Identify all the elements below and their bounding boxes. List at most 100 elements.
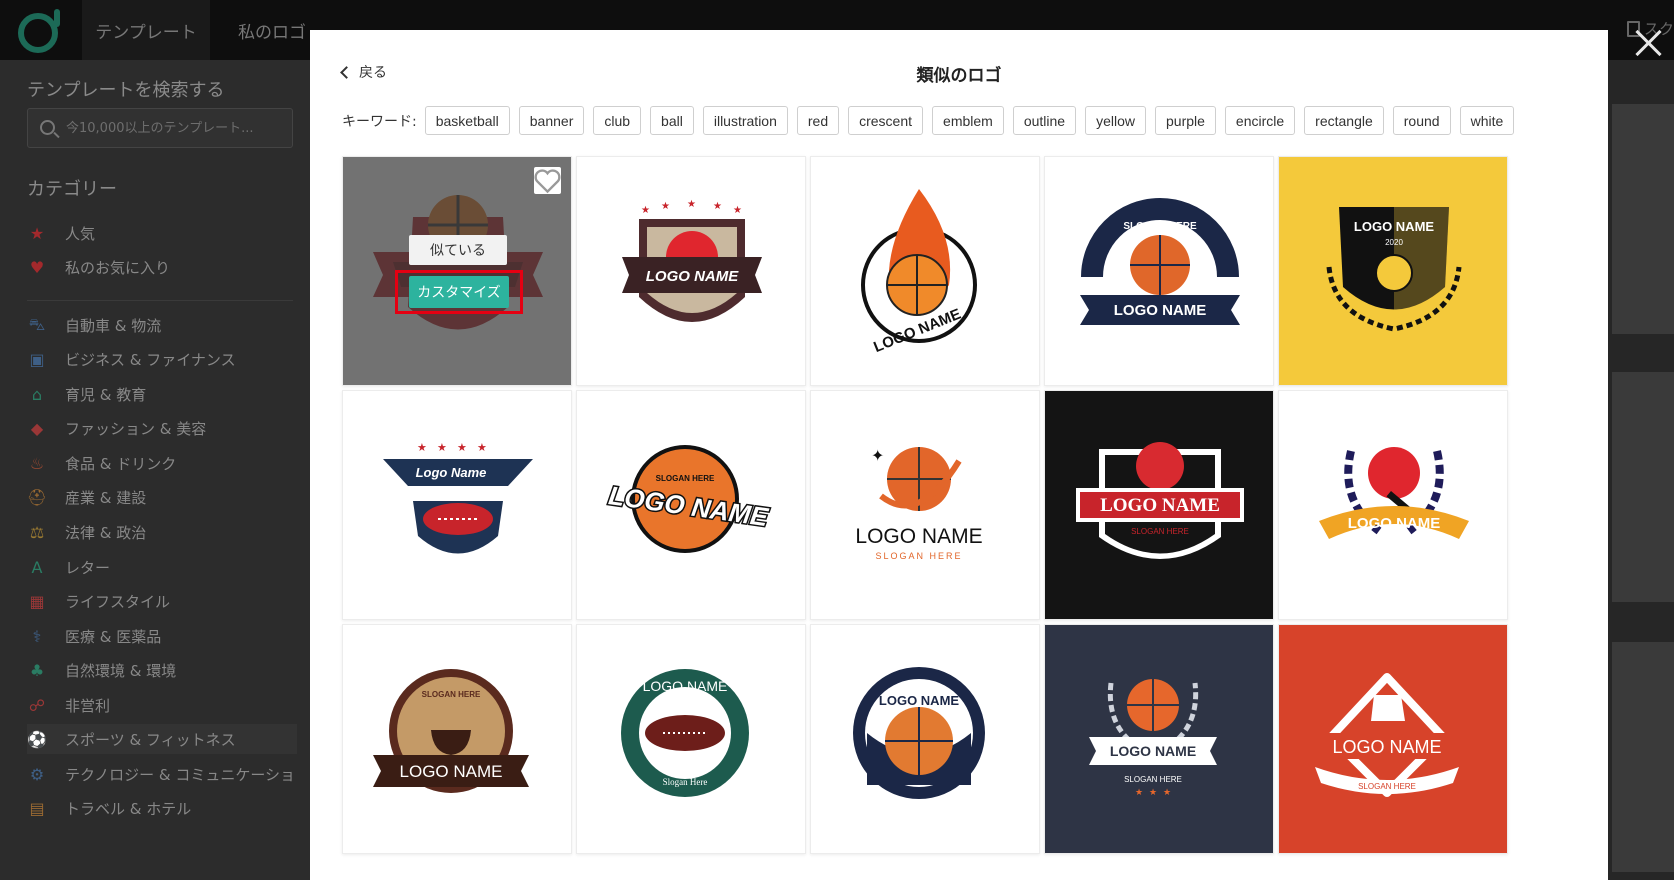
customize-highlight-box: カスタマイズ [395,270,523,314]
svg-text:★: ★ [713,201,722,212]
sidebar-item-3[interactable]: ▣ ビジネス & ファイナンス [27,344,297,374]
logo-thumbnail: LOGO NAME SLOGAN HERE ★ ★ ★ [1089,679,1217,798]
logo-card-9[interactable]: LOGO NAME SLOGAN HERE [1044,390,1274,620]
similar-button[interactable]: 似ている [409,235,507,265]
logo-card-15[interactable]: LOGO NAME SLOGAN HERE [1278,624,1508,854]
svg-text:✦: ✦ [871,446,884,465]
ribbon-icon: ☍ [28,695,46,715]
close-modal-button[interactable] [1633,28,1663,58]
svg-text:2020: 2020 [1385,238,1403,247]
sidebar-item-12[interactable]: ♣ 自然環境 & 環境 [27,655,297,685]
keyword-tag-basketball[interactable]: basketball [424,106,510,135]
keyword-tag-rectangle[interactable]: rectangle [1304,106,1384,135]
keyword-row: キーワード: basketball banner club ball illustrat… [342,106,1523,135]
sidebar-item-14[interactable]: ⚽ スポーツ & フィットネス [27,724,297,754]
customize-button[interactable]: カスタマイズ [409,276,509,308]
background-card [1612,642,1674,872]
logo-thumbnail: LOGO NAME [861,189,977,356]
sidebar-item-label: レター [65,558,111,577]
background-grid-strip [1608,60,1674,880]
logo-card-14[interactable]: LOGO NAME SLOGAN HERE ★ ★ ★ [1044,624,1274,854]
svg-text:★: ★ [641,205,650,216]
logo-thumbnail: ★ ★ ★ ★ Logo Name [383,441,533,554]
keyword-tag-encircle[interactable]: encircle [1224,106,1296,135]
sidebar-item-label: ファッション & 美容 [65,419,207,438]
keyword-tag-illustration[interactable]: illustration [702,106,788,135]
svg-text:★: ★ [457,441,467,454]
sidebar-item-7[interactable]: ⛑ 産業 & 建設 [27,482,297,512]
sidebar-item-5[interactable]: ◆ ファッション & 美容 [27,413,297,443]
logo-card-7[interactable]: SLOGAN HERE LOGO NAME [576,390,806,620]
sidebar-item-16[interactable]: ▤ トラベル & ホテル [27,793,297,823]
svg-text:Slogan Here: Slogan Here [663,777,708,787]
sidebar-item-label: 医療 & 医薬品 [65,627,162,646]
logo-card-12[interactable]: LOGO NAME Slogan Here [576,624,806,854]
sidebar-item-label: テクノロジー & コミュニケーション [65,765,297,784]
helmet-icon: ⛑ [27,487,48,507]
svg-text:LOGO NAME: LOGO NAME [1110,743,1196,759]
stethoscope-icon: ⚕ [32,626,42,646]
logo-thumbnail: SLOGAN HERE LOGO NAME [373,669,529,793]
keyword-tag-crescent[interactable]: crescent [848,106,924,135]
app-logo-icon[interactable] [18,9,60,53]
logo-thumbnail: SLOGAN HERE LOGO NAME [605,445,772,553]
svg-text:LOGO NAME: LOGO NAME [400,762,503,781]
logo-card-4[interactable]: SLOGAN HERE LOGO NAME [1044,156,1274,386]
keyword-tag-red[interactable]: red [796,106,840,135]
keyword-tag-club[interactable]: club [593,106,642,135]
graduation-cap-icon: ⌂ [31,384,43,404]
sidebar-item-13[interactable]: ☍ 非営利 [27,690,297,720]
chef-hat-icon: ♨ [29,453,45,473]
keyword-tag-banner[interactable]: banner [518,106,585,135]
logo-card-8[interactable]: ✦ LOGO NAME SLOGAN HERE [810,390,1040,620]
scales-icon: ⚖ [29,522,45,542]
logo-card-11[interactable]: SLOGAN HERE LOGO NAME [342,624,572,854]
keyword-tag-white[interactable]: white [1459,106,1515,135]
svg-text:★: ★ [687,199,696,210]
keyword-tag-yellow[interactable]: yellow [1085,106,1146,135]
sidebar-item-label: 私のお気に入り [65,258,171,277]
logo-card-13[interactable]: LOGO NAME [810,624,1040,854]
heart-icon: ♥ [29,257,45,277]
sidebar-item-9[interactable]: A レター [27,552,297,582]
sidebar-item-8[interactable]: ⚖ 法律 & 政治 [27,517,297,547]
svg-text:LOGO NAME: LOGO NAME [1100,495,1220,516]
sidebar-item-15[interactable]: ⚙ テクノロジー & コミュニケーション [27,759,297,789]
logo-card-2[interactable]: ★ ★ ★ ★ ★ LOGO NAME [576,156,806,386]
sidebar-item-4[interactable]: ⌂ 育児 & 教育 [27,379,297,409]
sidebar-item-label: 自動車 & 物流 [65,316,162,335]
category-heading: カテゴリー [27,179,117,200]
logo-thumbnail: LOGO NAME SLOGAN HERE [1315,673,1459,797]
svg-text:★: ★ [417,441,427,454]
sidebar-item-2[interactable]: ⛍ 自動車 & 物流 [27,310,297,340]
logo-card-5[interactable]: LOGO NAME 2020 [1278,156,1508,386]
keyword-tag-round[interactable]: round [1392,106,1451,135]
svg-text:★: ★ [1135,788,1143,798]
logo-thumbnail: LOGO NAME 2020 [1326,207,1462,332]
svg-text:★: ★ [1149,788,1157,798]
svg-text:LOGO NAME: LOGO NAME [855,525,982,548]
template-search-input[interactable] [66,109,286,147]
logo-card-6[interactable]: ★ ★ ★ ★ Logo Name [342,390,572,620]
svg-text:LOGO NAME: LOGO NAME [1348,515,1441,532]
logo-card-10[interactable]: LOGO NAME [1278,390,1508,620]
logo-card-3[interactable]: LOGO NAME [810,156,1040,386]
sidebar-item-11[interactable]: ⚕ 医療 & 医薬品 [27,621,297,651]
keyword-tag-outline[interactable]: outline [1012,106,1077,135]
heart-outline-icon [534,168,561,193]
svg-text:SLOGAN HERE: SLOGAN HERE [1131,527,1189,536]
favorite-button[interactable] [534,167,561,194]
nav-templates[interactable]: テンプレート [82,0,210,60]
keyword-tag-ball[interactable]: ball [650,106,694,135]
nav-my-logos[interactable]: 私のロゴ [238,0,306,60]
sidebar-item-1[interactable]: ♥ 私のお気に入り [27,252,297,282]
logo-thumbnail: SLOGAN HERE LOGO NAME [1080,198,1240,325]
sidebar-item-0[interactable]: ★ 人気 [27,218,297,248]
sidebar-item-6[interactable]: ♨ 食品 & ドリンク [27,448,297,478]
keyword-tag-emblem[interactable]: emblem [932,106,1004,135]
keyword-tag-purple[interactable]: purple [1155,106,1216,135]
gear-icon: ⚙ [29,764,45,784]
logo-card-1[interactable]: 似ている カスタマイズ [342,156,572,386]
template-search-box[interactable] [27,108,293,148]
sidebar-item-10[interactable]: ▦ ライフスタイル [27,586,297,616]
